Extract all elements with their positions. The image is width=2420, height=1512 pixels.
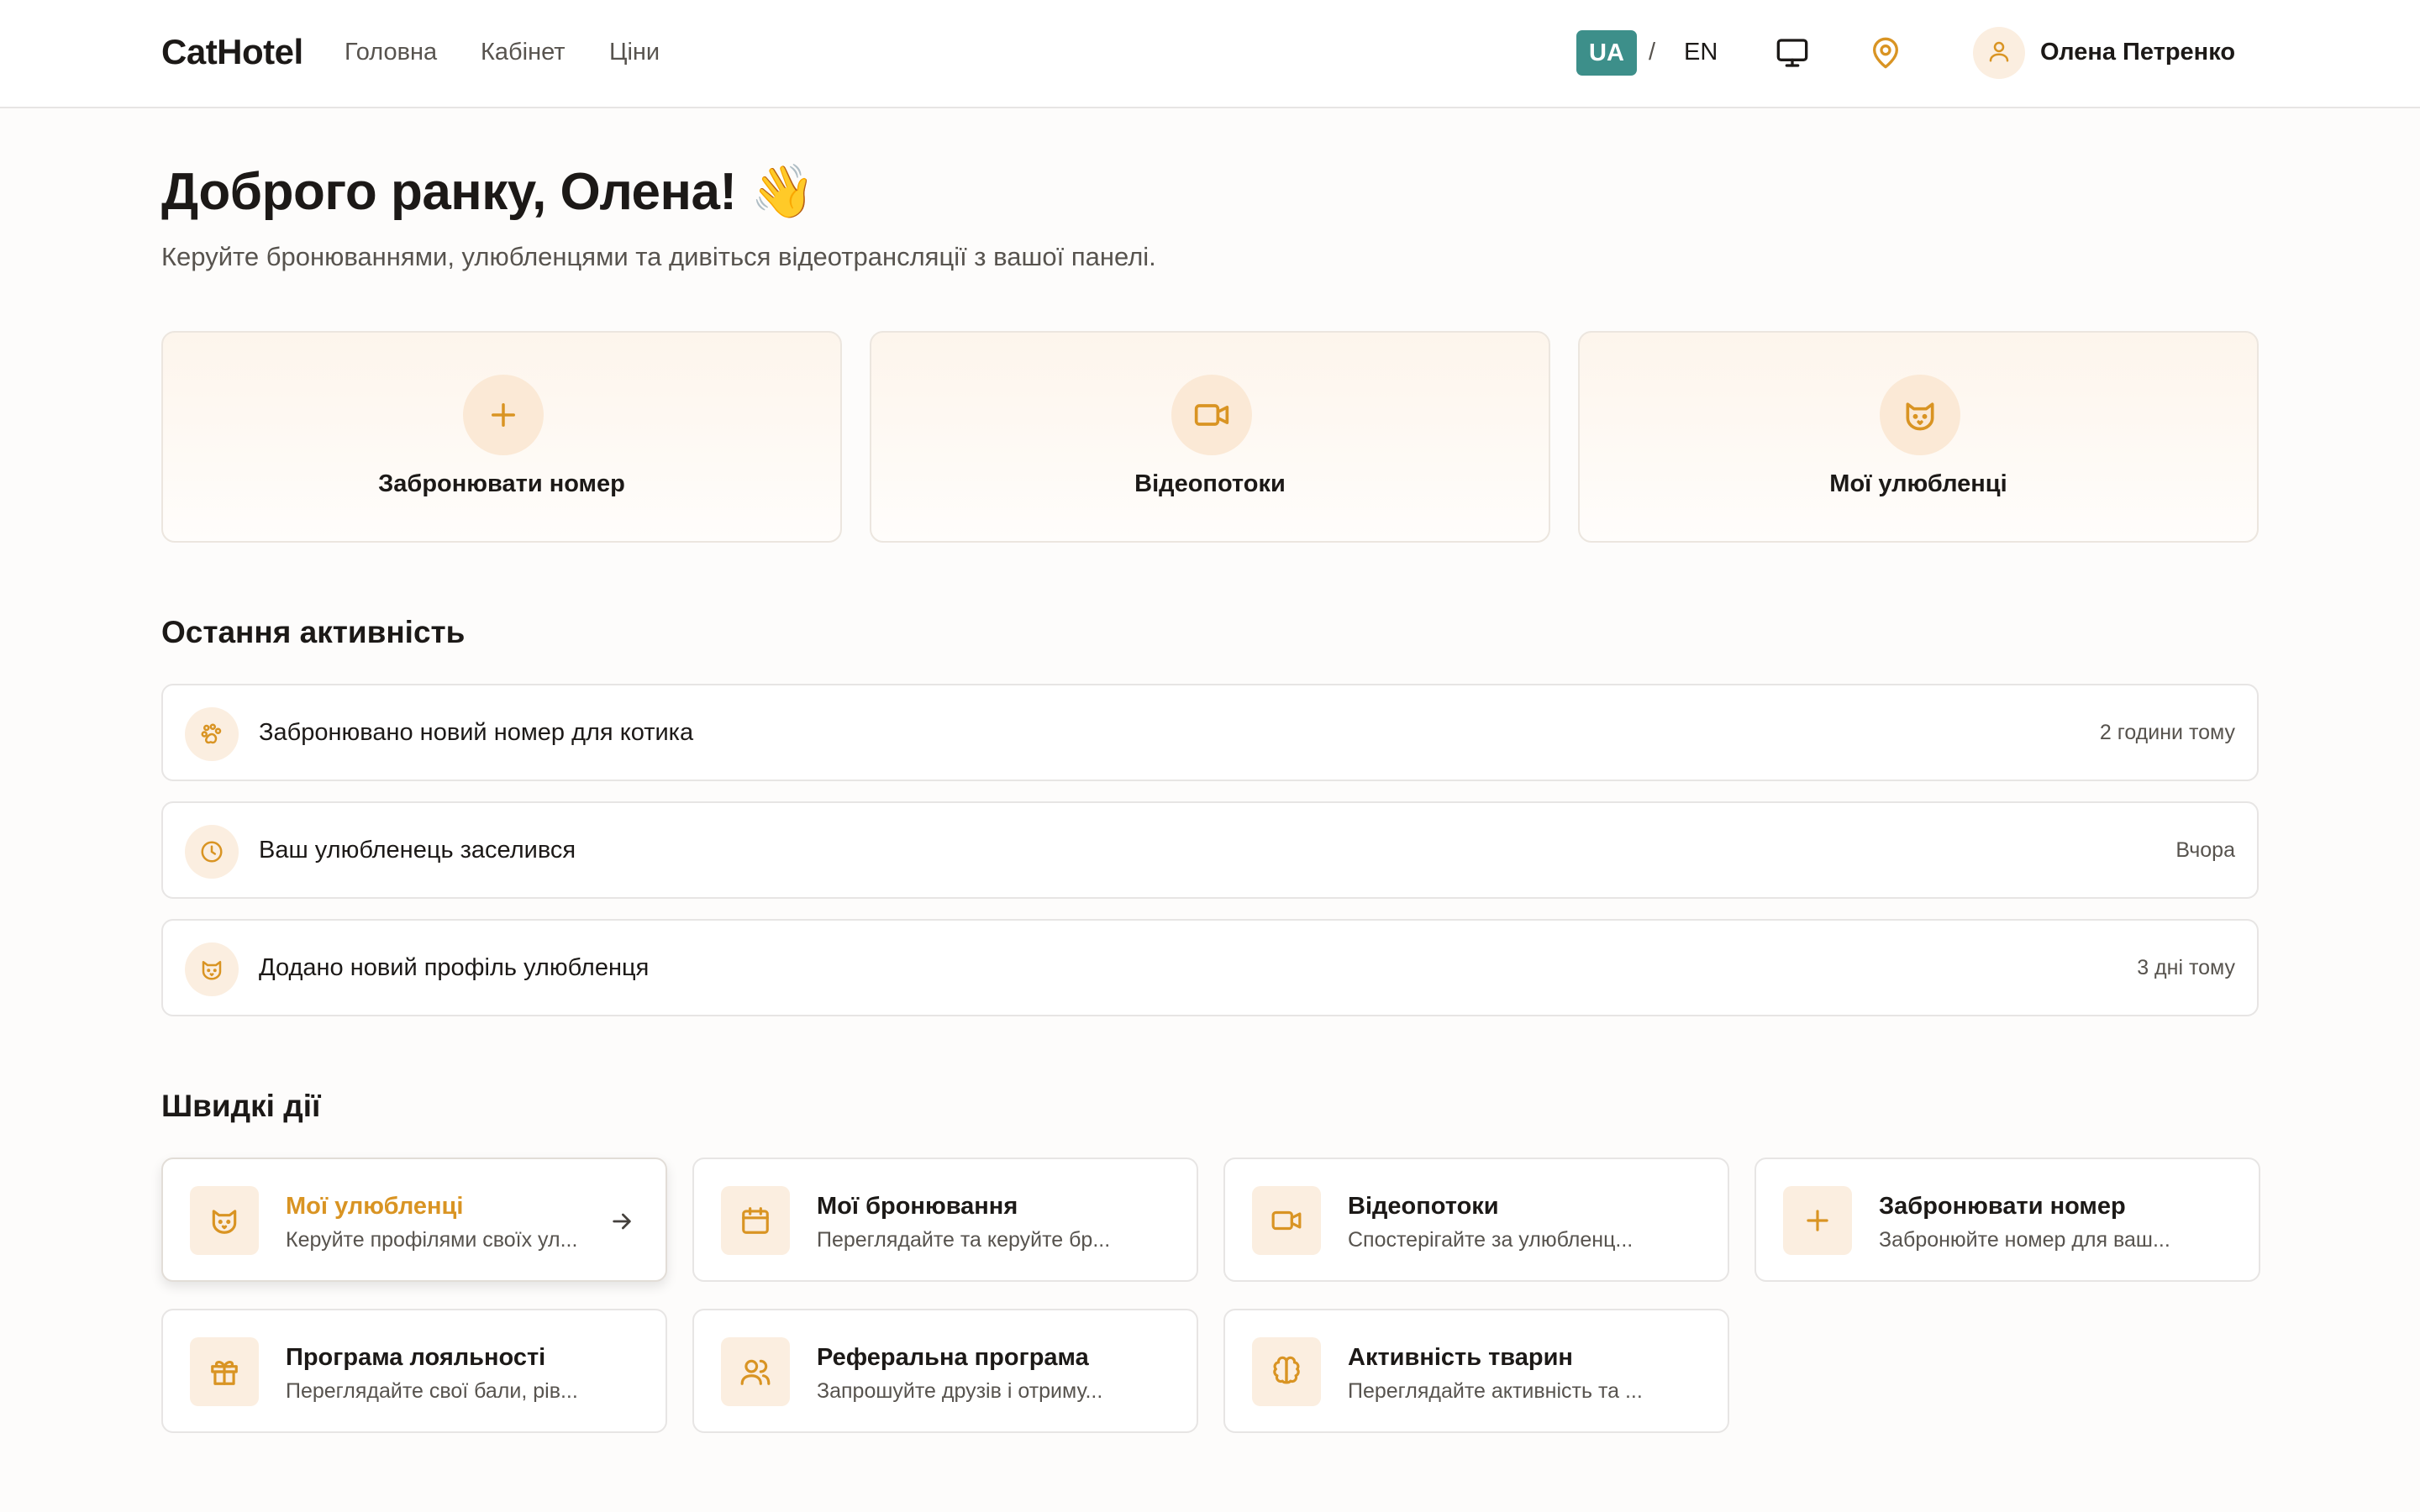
activity-time: 3 дні тому: [2137, 956, 2235, 979]
activity-text: Додано новий профіль улюбленця: [259, 954, 650, 981]
clock-icon: [185, 825, 239, 879]
my-pets-card[interactable]: Мої улюбленці: [1578, 331, 2259, 543]
top-navbar: CatHotel Головна Кабінет Ціни UA / EN Ол…: [0, 0, 2420, 108]
quick-actions-title: Швидкі дії: [161, 1089, 321, 1123]
nav-cabinet-link[interactable]: Кабінет: [481, 39, 566, 66]
quick-action-title: Активність тварин: [1348, 1344, 1573, 1371]
activity-text: Ваш улюбленець заселився: [259, 837, 576, 864]
quick-action-title: Програма лояльності: [286, 1344, 546, 1371]
quick-action-title: Мої бронювання: [817, 1193, 1018, 1220]
quick-action-desc: Забронюйте номер для ваш...: [1879, 1228, 2170, 1252]
quick-action-desc: Запрошуйте друзів і отриму...: [817, 1379, 1103, 1403]
activity-item[interactable]: Ваш улюбленець заселився Вчора: [161, 801, 2259, 899]
brain-icon: [1252, 1337, 1321, 1406]
lang-ua-button[interactable]: UA: [1576, 30, 1637, 76]
card-label: Відеопотоки: [1134, 470, 1286, 497]
quick-action-desc: Спостерігайте за улюбленц...: [1348, 1228, 1634, 1252]
nav-prices-link[interactable]: Ціни: [609, 39, 660, 66]
plus-icon: [463, 375, 544, 455]
page-subtitle: Керуйте бронюваннями, улюбленцями та див…: [161, 242, 1156, 271]
activity-time: Вчора: [2175, 838, 2235, 862]
calendar-icon: [721, 1186, 790, 1255]
activity-item[interactable]: Додано новий профіль улюбленця 3 дні том…: [161, 919, 2259, 1016]
quick-action-book-room[interactable]: Забронювати номер Забронюйте номер для в…: [1754, 1158, 2260, 1282]
quick-action-my-pets[interactable]: Мої улюбленці Керуйте профілями своїх ул…: [161, 1158, 667, 1282]
map-pin-icon[interactable]: [1866, 34, 1905, 72]
users-icon: [721, 1337, 790, 1406]
video-streams-card[interactable]: Відеопотоки: [870, 331, 1550, 543]
user-avatar[interactable]: [1973, 27, 2025, 79]
quick-action-title: Відеопотоки: [1348, 1193, 1499, 1220]
cat-icon: [190, 1186, 259, 1255]
paw-icon: [185, 707, 239, 761]
page-title: Доброго ранку, Олена! 👋: [161, 163, 816, 221]
cat-icon: [1880, 375, 1960, 455]
cat-icon: [185, 942, 239, 996]
quick-action-desc: Переглядайте активність та ...: [1348, 1379, 1643, 1403]
gift-icon: [190, 1337, 259, 1406]
activity-time: 2 години тому: [2099, 721, 2235, 744]
book-room-card[interactable]: Забронювати номер: [161, 331, 842, 543]
arrow-right-icon: [608, 1208, 635, 1235]
quick-action-referral[interactable]: Реферальна програма Запрошуйте друзів і …: [692, 1309, 1198, 1433]
quick-action-title: Реферальна програма: [817, 1344, 1089, 1371]
quick-action-title: Мої улюбленці: [286, 1193, 464, 1220]
activity-text: Забронювано новий номер для котика: [259, 719, 694, 746]
quick-action-desc: Переглядайте та керуйте бр...: [817, 1228, 1111, 1252]
quick-action-video-streams[interactable]: Відеопотоки Спостерігайте за улюбленц...: [1223, 1158, 1729, 1282]
activity-item[interactable]: Забронювано новий номер для котика 2 год…: [161, 684, 2259, 781]
video-icon: [1252, 1186, 1321, 1255]
card-label: Забронювати номер: [378, 470, 625, 497]
quick-action-desc: Переглядайте свої бали, рів...: [286, 1379, 578, 1403]
plus-icon: [1783, 1186, 1852, 1255]
recent-activity-title: Остання активність: [161, 615, 466, 649]
monitor-icon[interactable]: [1773, 34, 1812, 72]
nav-home-link[interactable]: Головна: [345, 39, 437, 66]
quick-action-pet-activity[interactable]: Активність тварин Переглядайте активніст…: [1223, 1309, 1729, 1433]
quick-action-my-bookings[interactable]: Мої бронювання Переглядайте та керуйте б…: [692, 1158, 1198, 1282]
logo[interactable]: CatHotel: [161, 32, 303, 72]
user-name[interactable]: Олена Петренко: [2040, 39, 2235, 66]
video-icon: [1171, 375, 1252, 455]
quick-action-loyalty[interactable]: Програма лояльності Переглядайте свої ба…: [161, 1309, 667, 1433]
quick-action-title: Забронювати номер: [1879, 1193, 2126, 1220]
card-label: Мої улюбленці: [1829, 470, 2007, 497]
lang-en-button[interactable]: EN: [1684, 39, 1718, 66]
user-icon: [1986, 39, 2012, 68]
lang-separator: /: [1649, 39, 1656, 66]
quick-action-desc: Керуйте профілями своїх ул...: [286, 1228, 578, 1252]
